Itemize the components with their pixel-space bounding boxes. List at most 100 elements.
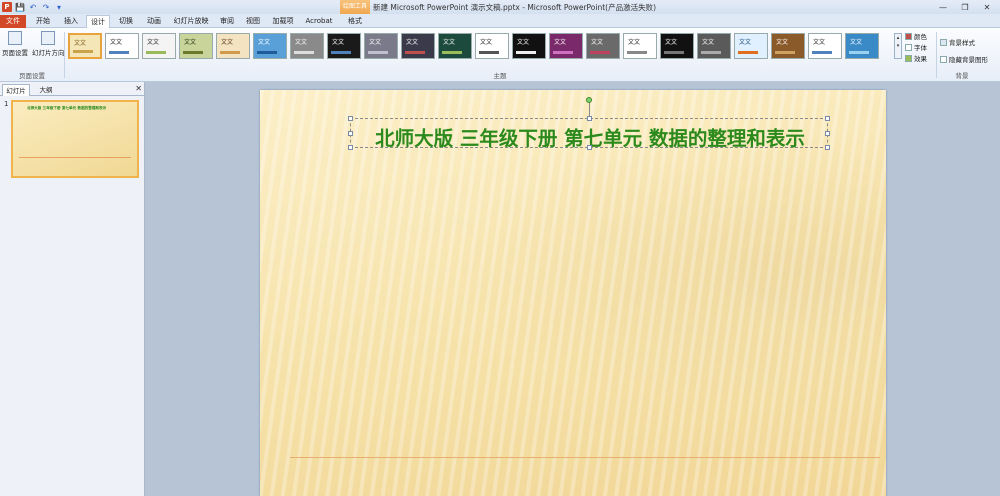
title-bar: P 💾 ↶ ↷ ▾ 绘图工具 新建 Microsoft PowerPoint 演…	[0, 0, 1000, 14]
theme-thumbnail[interactable]: 文文	[142, 33, 176, 59]
slide-thumbnail[interactable]: 北师大版 三年级下册 第七单元 数据的整理和表示	[11, 100, 139, 178]
theme-thumbnail[interactable]: 文文	[364, 33, 398, 59]
effects-icon	[905, 54, 912, 62]
resize-handle[interactable]	[348, 145, 353, 150]
theme-thumbnail[interactable]: 文文	[216, 33, 250, 59]
tab-format[interactable]: 格式	[342, 15, 368, 28]
theme-thumbnail-label: 文文	[332, 39, 345, 46]
tab-file[interactable]: 文件	[0, 15, 26, 28]
tab-outline[interactable]: 大纲	[32, 84, 60, 96]
theme-thumbnail[interactable]: 文文	[68, 33, 102, 59]
colors-icon	[905, 32, 912, 40]
theme-thumbnail[interactable]: 文文	[734, 33, 768, 59]
thumbnail-line	[19, 157, 131, 158]
tab-slideshow[interactable]: 幻灯片放映	[170, 15, 212, 28]
theme-effects-button[interactable]: 效果	[905, 53, 927, 63]
powerpoint-app-icon[interactable]: P	[2, 2, 12, 12]
theme-thumbnail[interactable]: 文文	[697, 33, 731, 59]
slide-canvas[interactable]: 北师大版 三年级下册 第七单元 数据的整理和表示	[260, 90, 886, 496]
theme-thumbnail-label: 文文	[406, 39, 419, 46]
theme-thumbnail[interactable]: 文文	[808, 33, 842, 59]
resize-handle[interactable]	[825, 131, 830, 136]
tab-design[interactable]: 设计	[86, 15, 110, 29]
theme-color-bar	[479, 51, 499, 54]
theme-thumbnail[interactable]: 文文	[512, 33, 546, 59]
theme-color-bar	[73, 50, 93, 53]
theme-thumbnail[interactable]: 文文	[771, 33, 805, 59]
slide-orientation-button[interactable]: 幻灯片方向	[32, 31, 65, 57]
theme-thumbnail[interactable]: 文文	[623, 33, 657, 59]
theme-color-bar	[627, 51, 647, 54]
resize-handle[interactable]	[825, 145, 830, 150]
resize-handle[interactable]	[587, 116, 592, 121]
theme-thumbnail-label: 文文	[221, 39, 234, 46]
theme-thumbnail[interactable]: 文文	[179, 33, 213, 59]
theme-color-bar	[405, 51, 425, 54]
tab-animations[interactable]: 动画	[142, 15, 166, 28]
resize-handle[interactable]	[825, 116, 830, 121]
theme-thumbnail[interactable]: 文文	[290, 33, 324, 59]
theme-effects-label: 效果	[914, 55, 927, 63]
theme-thumbnail-label: 文文	[813, 39, 826, 46]
restore-button[interactable]: ❐	[954, 1, 976, 13]
resize-handle[interactable]	[348, 131, 353, 136]
tab-slides[interactable]: 幻灯片	[2, 84, 30, 96]
slide-number: 1	[4, 100, 9, 108]
theme-thumbnail[interactable]: 文文	[253, 33, 287, 59]
tab-addins[interactable]: 加载项	[268, 15, 298, 28]
background-styles-button[interactable]: 背景样式	[940, 37, 975, 47]
close-panel-icon[interactable]: ✕	[135, 84, 142, 93]
hide-background-graphics-checkbox[interactable]: 隐藏背景图形	[940, 54, 988, 64]
resize-handle[interactable]	[587, 145, 592, 150]
page-setup-group-label: 页面设置	[19, 72, 45, 80]
title-placeholder[interactable]: 北师大版 三年级下册 第七单元 数据的整理和表示	[348, 116, 830, 150]
minimize-button[interactable]: —	[932, 1, 954, 13]
theme-thumbnail-label: 文文	[517, 39, 530, 46]
hide-background-label: 隐藏背景图形	[949, 56, 988, 64]
ribbon-design: 页面设置 幻灯片方向 页面设置 文文 文文 文文 文文 文文 文文 文文 文文 文文 文文 文文 文文…	[0, 28, 1000, 82]
theme-thumbnail-label: 文文	[591, 39, 604, 46]
theme-thumbnail[interactable]: 文文	[549, 33, 583, 59]
theme-color-bar	[738, 51, 758, 54]
customize-qat-icon[interactable]: ▾	[54, 2, 64, 12]
thumbnail-title: 北师大版 三年级下册 第七单元 数据的整理和表示	[27, 106, 107, 110]
close-button[interactable]: ✕	[976, 1, 998, 13]
resize-handle[interactable]	[348, 116, 353, 121]
theme-fonts-button[interactable]: 字体	[905, 42, 927, 52]
theme-colors-label: 颜色	[914, 33, 927, 41]
slides-panel: 幻灯片 大纲 ✕ 1 北师大版 三年级下册 第七单元 数据的整理和表示	[0, 82, 145, 496]
theme-thumbnail[interactable]: 文文	[660, 33, 694, 59]
theme-thumbnail-label: 文文	[850, 39, 863, 46]
tab-home[interactable]: 开始	[30, 15, 56, 28]
page-setup-button[interactable]: 页面设置	[2, 31, 28, 57]
theme-color-bar	[183, 51, 203, 54]
theme-thumbnail[interactable]: 文文	[475, 33, 509, 59]
themes-more-button[interactable]: ▴ ▾	[894, 33, 902, 59]
theme-thumbnail-label: 文文	[628, 39, 641, 46]
undo-icon[interactable]: ↶	[28, 2, 38, 12]
theme-color-bar	[146, 51, 166, 54]
page-setup-icon	[8, 31, 22, 45]
redo-icon[interactable]: ↷	[41, 2, 51, 12]
tab-acrobat[interactable]: Acrobat	[302, 15, 336, 28]
theme-thumbnail-label: 文文	[443, 39, 456, 46]
theme-thumbnail-label: 文文	[110, 39, 123, 46]
theme-thumbnail[interactable]: 文文	[586, 33, 620, 59]
rotation-handle[interactable]	[586, 97, 592, 103]
themes-group-label: 主题	[493, 72, 507, 80]
theme-thumbnail[interactable]: 文文	[401, 33, 435, 59]
theme-color-bar	[590, 51, 610, 54]
tab-insert[interactable]: 插入	[58, 15, 84, 28]
theme-thumbnail-label: 文文	[665, 39, 678, 46]
tab-transitions[interactable]: 切换	[114, 15, 138, 28]
tab-review[interactable]: 审阅	[216, 15, 238, 28]
tab-view[interactable]: 视图	[242, 15, 264, 28]
panel-tabs: 幻灯片 大纲 ✕	[0, 84, 145, 96]
theme-thumbnail[interactable]: 文文	[327, 33, 361, 59]
theme-thumbnail[interactable]: 文文	[105, 33, 139, 59]
slide-orientation-icon	[41, 31, 56, 45]
theme-thumbnail[interactable]: 文文	[438, 33, 472, 59]
save-icon[interactable]: 💾	[15, 2, 25, 12]
theme-thumbnail[interactable]: 文文	[845, 33, 879, 59]
theme-colors-button[interactable]: 颜色	[905, 31, 927, 41]
